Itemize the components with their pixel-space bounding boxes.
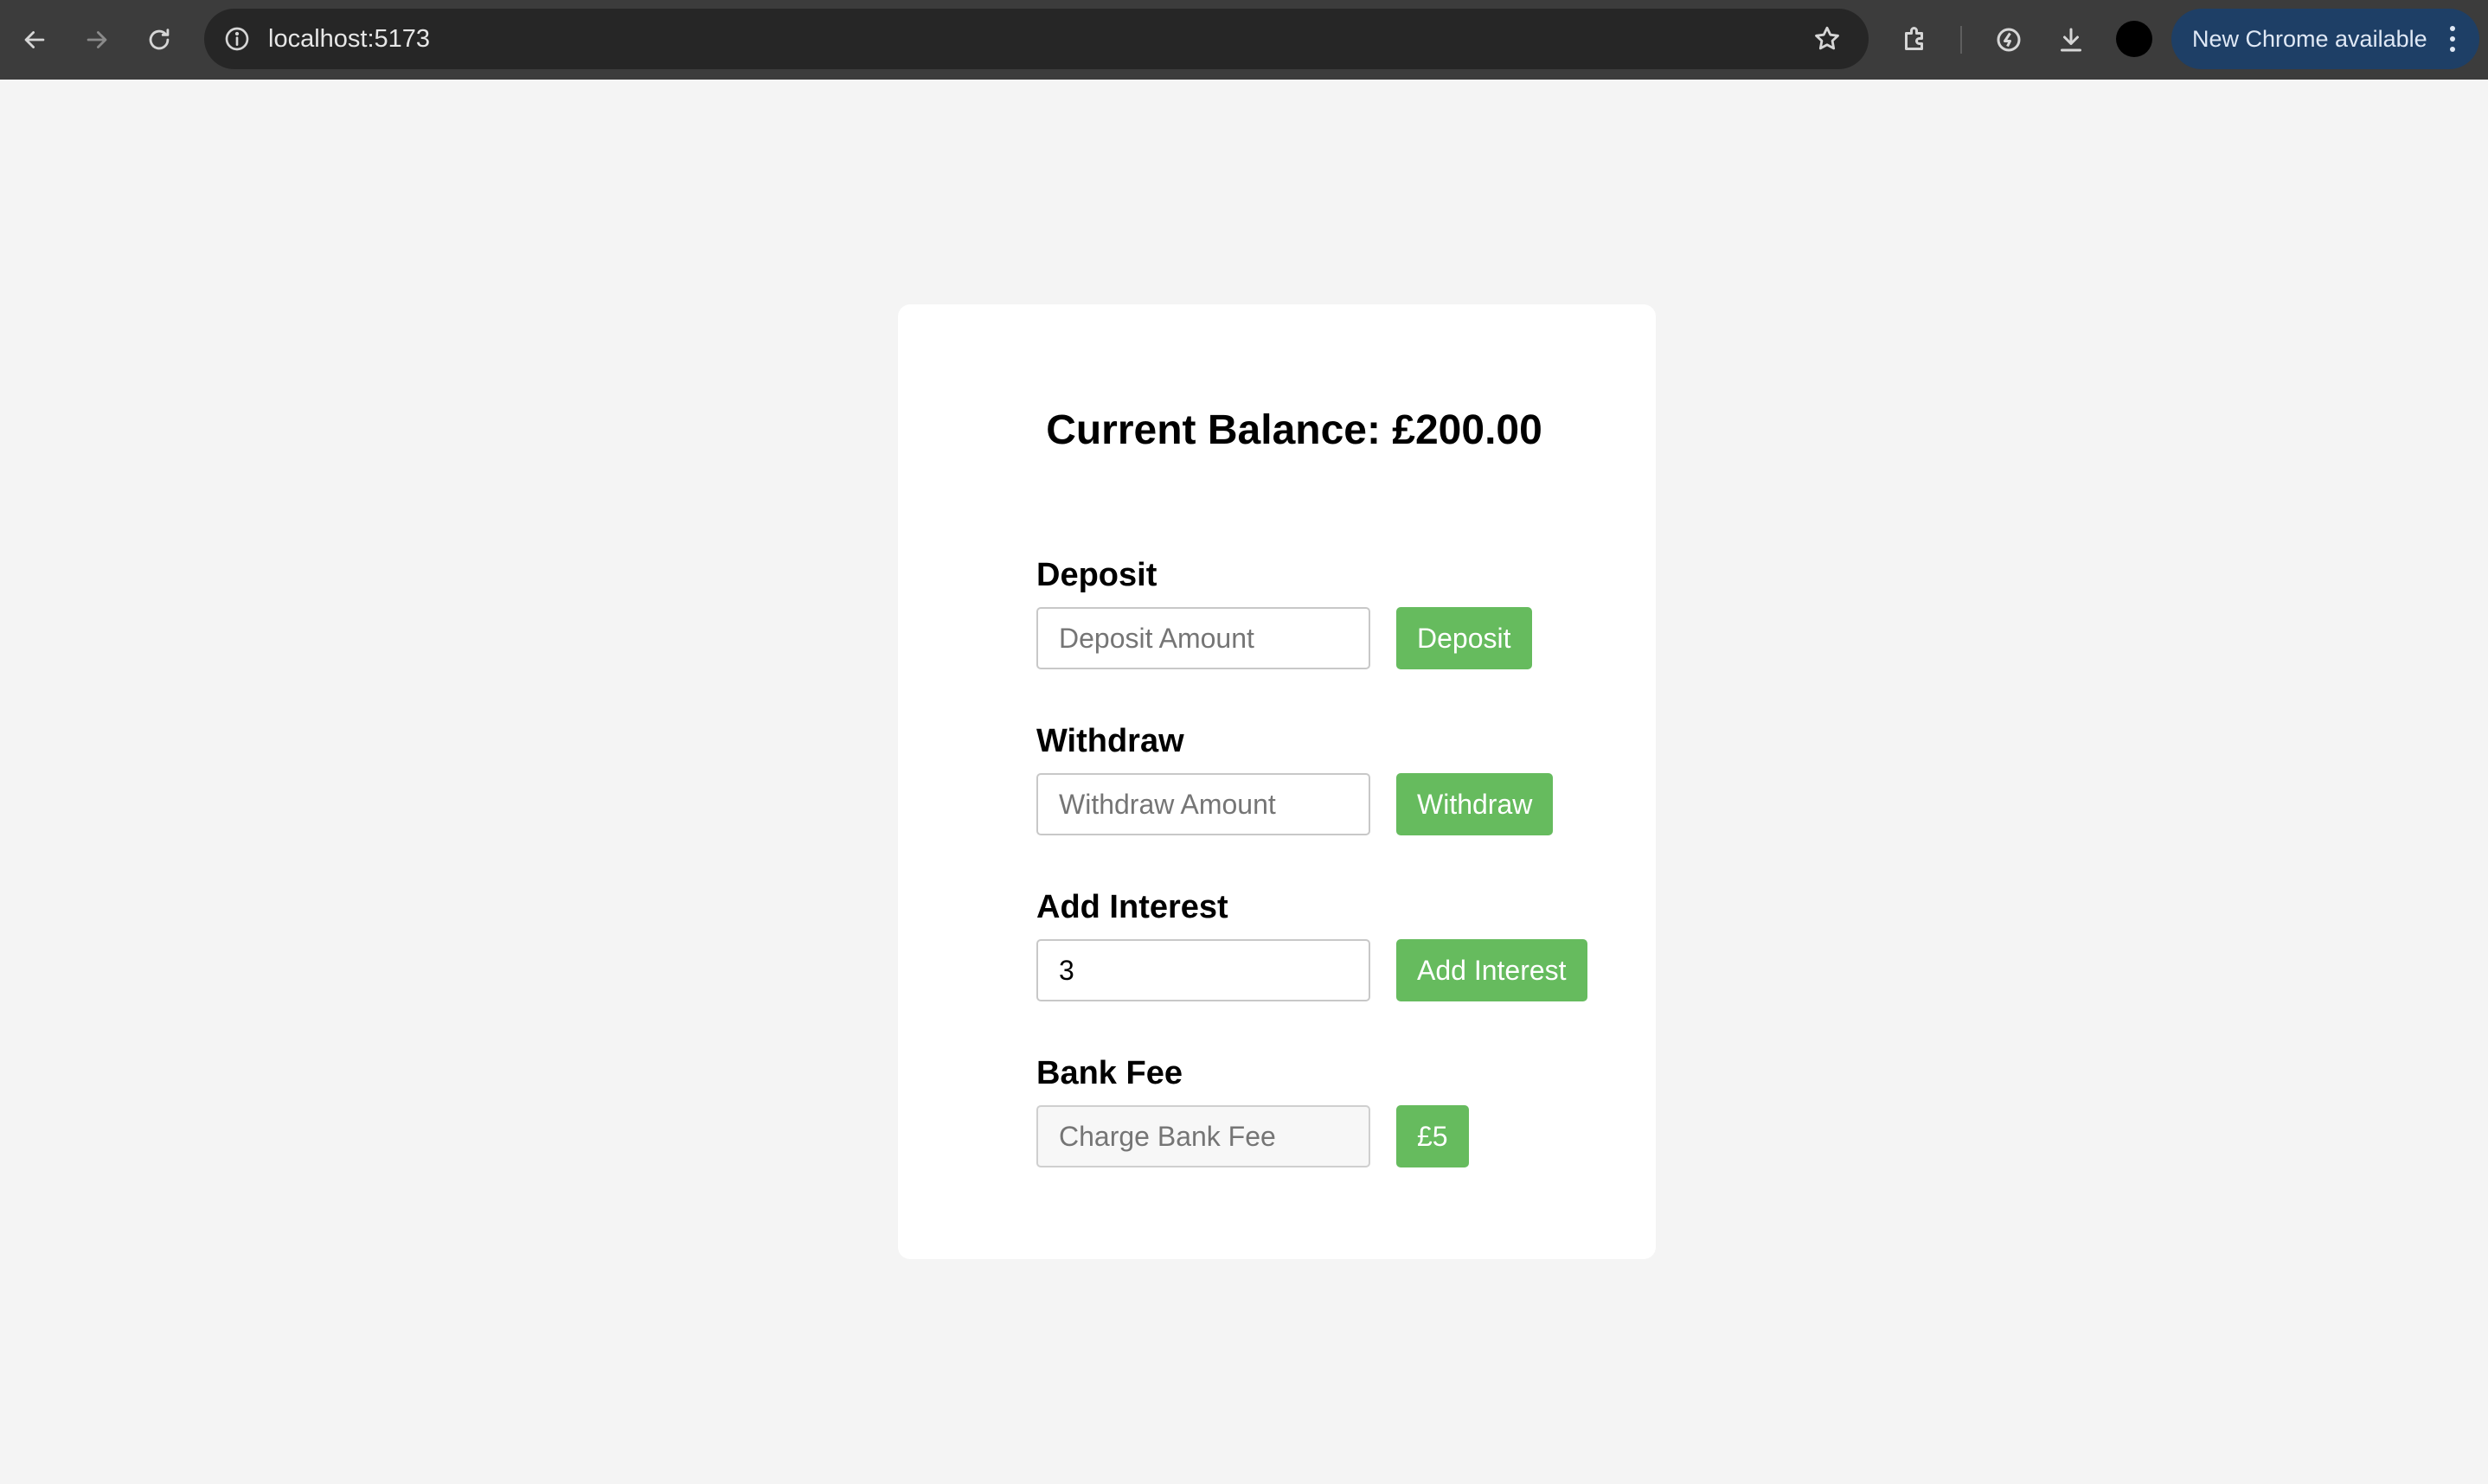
reload-icon[interactable] bbox=[140, 21, 178, 59]
update-chrome-button[interactable]: New Chrome available bbox=[2171, 9, 2479, 69]
interest-rate-input[interactable] bbox=[1036, 939, 1370, 1001]
interest-heading: Add Interest bbox=[1036, 889, 1228, 925]
bank-fee-heading: Bank Fee bbox=[1036, 1055, 1183, 1091]
charge-fee-button[interactable]: £5 bbox=[1396, 1105, 1469, 1167]
address-bar[interactable]: localhost:5173 bbox=[204, 9, 1869, 69]
interest-section: Add Interest Add Interest bbox=[1036, 886, 1625, 1001]
withdraw-heading: Withdraw bbox=[1036, 723, 1184, 759]
forward-icon[interactable] bbox=[78, 21, 116, 59]
extensions-icon[interactable] bbox=[1896, 21, 1934, 59]
download-icon[interactable] bbox=[2052, 21, 2090, 59]
deposit-button[interactable]: Deposit bbox=[1396, 607, 1532, 669]
more-menu-icon[interactable] bbox=[2448, 26, 2457, 52]
withdraw-row: Withdraw bbox=[1036, 773, 1625, 835]
performance-icon[interactable] bbox=[1990, 21, 2028, 59]
deposit-row: Deposit bbox=[1036, 607, 1625, 669]
withdraw-amount-input[interactable] bbox=[1036, 773, 1370, 835]
address-url: localhost:5173 bbox=[268, 25, 431, 53]
add-interest-button[interactable]: Add Interest bbox=[1396, 939, 1587, 1001]
toolbar-divider bbox=[1960, 26, 1962, 54]
deposit-section: Deposit Deposit bbox=[1036, 553, 1625, 669]
deposit-amount-input[interactable] bbox=[1036, 607, 1370, 669]
bank-fee-input bbox=[1036, 1105, 1370, 1167]
bank-account-card: Current Balance: £200.00 Deposit Deposit… bbox=[898, 304, 1656, 1259]
profile-avatar[interactable] bbox=[2116, 21, 2152, 57]
current-balance: Current Balance: £200.00 bbox=[1046, 407, 1542, 453]
bank-fee-row: £5 bbox=[1036, 1105, 1625, 1167]
back-icon[interactable] bbox=[16, 21, 54, 59]
bookmark-star-icon[interactable] bbox=[1810, 22, 1844, 56]
interest-row: Add Interest bbox=[1036, 939, 1625, 1001]
site-info-icon[interactable] bbox=[218, 20, 256, 58]
deposit-heading: Deposit bbox=[1036, 557, 1157, 593]
browser-toolbar: localhost:5173 New Chrome available bbox=[0, 0, 2488, 80]
withdraw-button[interactable]: Withdraw bbox=[1396, 773, 1554, 835]
withdraw-section: Withdraw Withdraw bbox=[1036, 720, 1625, 835]
update-chrome-label: New Chrome available bbox=[2192, 25, 2427, 52]
bank-fee-section: Bank Fee £5 bbox=[1036, 1052, 1625, 1167]
